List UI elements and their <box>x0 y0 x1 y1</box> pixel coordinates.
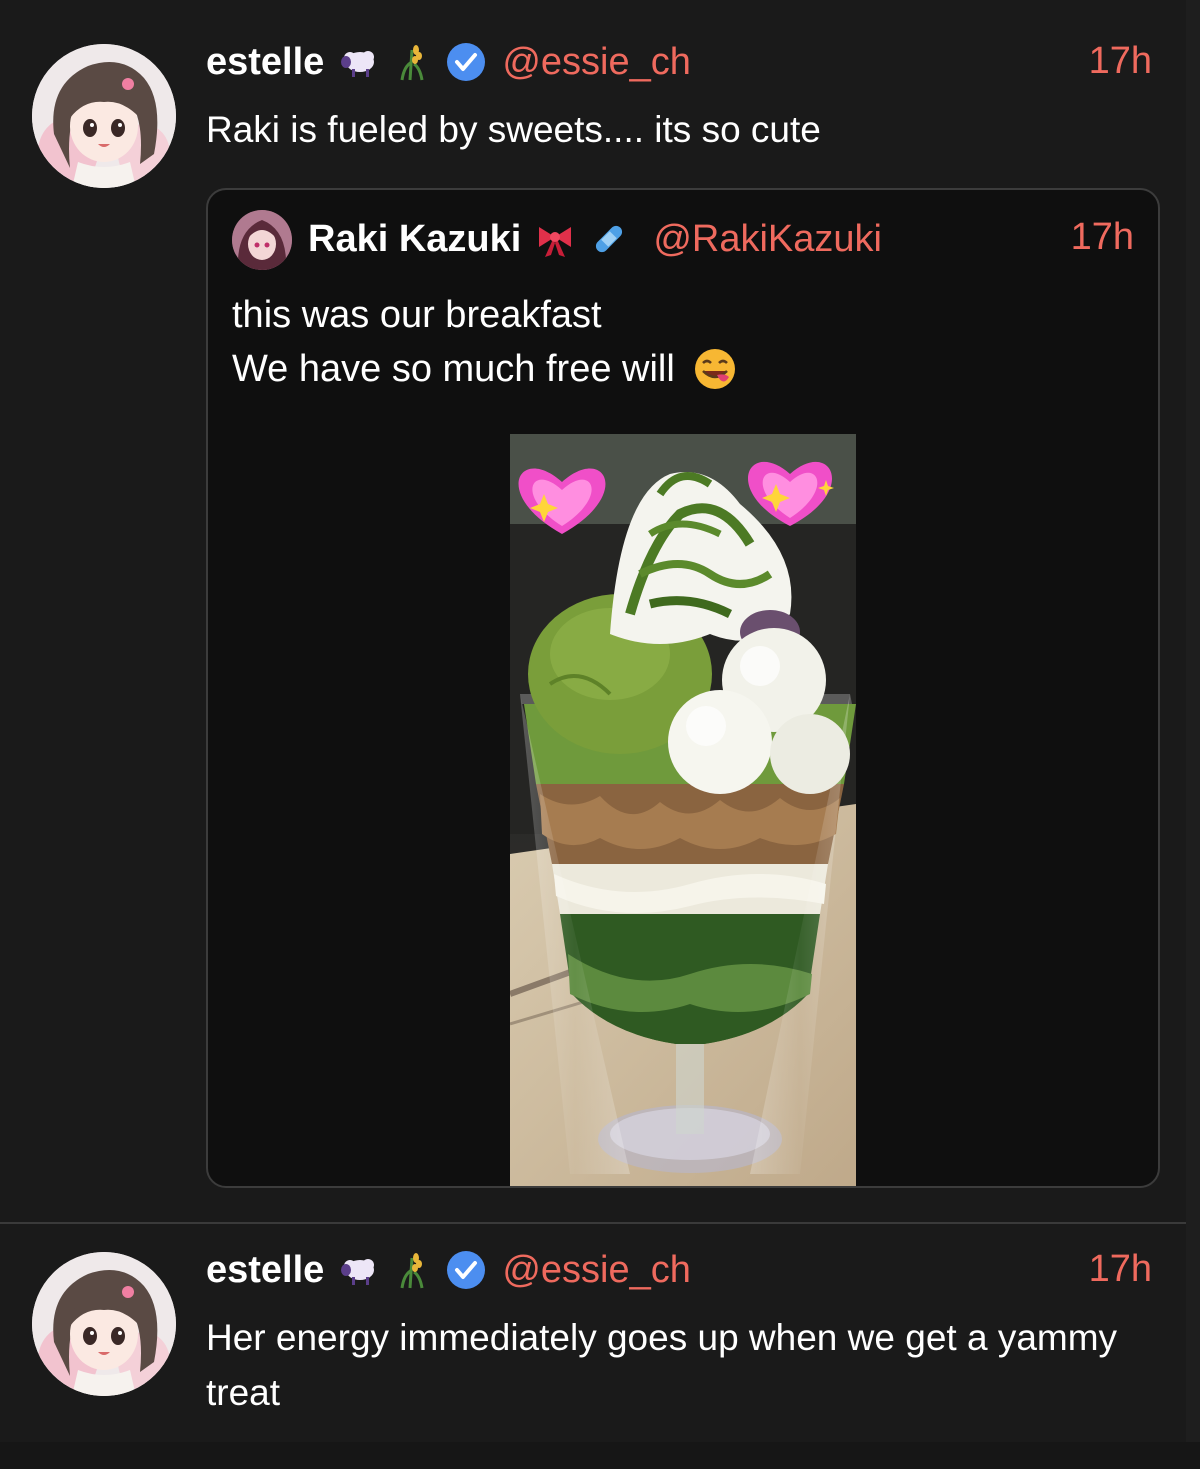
quoted-author-name[interactable]: Raki Kazuki <box>308 218 521 261</box>
bandage-icon <box>589 219 629 259</box>
sheep-icon <box>338 1250 378 1290</box>
post-text: Raki is fueled by sweets.... its so cute <box>206 109 821 150</box>
quoted-avatar[interactable] <box>232 210 292 270</box>
verified-badge-icon <box>446 42 486 82</box>
rice-icon <box>392 42 432 82</box>
sheep-icon <box>338 42 378 82</box>
quoted-post-timestamp[interactable]: 17h <box>1071 216 1134 259</box>
avatar[interactable] <box>32 1252 176 1396</box>
post-timestamp[interactable]: 17h <box>1089 40 1152 83</box>
post-header: estelle @essie_ch <box>206 40 691 84</box>
post[interactable]: estelle <box>0 0 1186 1222</box>
scrollbar-track[interactable] <box>1186 0 1200 1442</box>
quoted-text-line-content: We have so much free will <box>232 348 675 390</box>
bottom-edge <box>0 1442 1200 1469</box>
author-handle[interactable]: @essie_ch <box>502 1249 691 1292</box>
face-savoring-food-icon <box>693 347 737 391</box>
quoted-post-text: this was our breakfast We have so much f… <box>232 288 1132 396</box>
quoted-post[interactable]: Raki Kazuki @RakiKazuki 17h this was our… <box>206 188 1160 1188</box>
post-header: estelle @essie_ch <box>206 1248 691 1292</box>
ribbon-icon <box>535 219 575 259</box>
avatar[interactable] <box>32 44 176 188</box>
post[interactable]: estelle <box>0 1224 1186 1442</box>
author-handle[interactable]: @essie_ch <box>502 41 691 84</box>
quoted-text-line: this was our breakfast <box>232 294 602 336</box>
author-name[interactable]: estelle <box>206 1249 324 1292</box>
post-timestamp[interactable]: 17h <box>1089 1248 1152 1291</box>
verified-badge-icon <box>446 1250 486 1290</box>
quoted-post-header: Raki Kazuki @RakiKazuki <box>308 216 882 262</box>
author-name[interactable]: estelle <box>206 41 324 84</box>
post-text: Her energy immediately goes up when we g… <box>206 1317 1118 1413</box>
matcha-parfait-photo[interactable] <box>510 434 856 1186</box>
quoted-author-handle[interactable]: @RakiKazuki <box>653 218 882 261</box>
quoted-text-line: We have so much free will <box>232 342 1132 396</box>
rice-icon <box>392 1250 432 1290</box>
